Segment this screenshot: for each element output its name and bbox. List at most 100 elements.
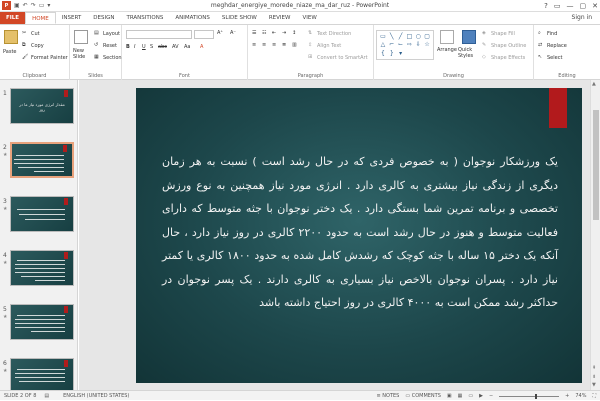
shadow-button[interactable]: S [150, 44, 153, 50]
strikethrough-button[interactable]: abc [158, 44, 167, 50]
close-icon[interactable]: ✕ [592, 2, 598, 10]
line-shape-icon[interactable]: ╱ [397, 33, 405, 40]
change-case-button[interactable]: Aa [184, 44, 190, 50]
slide-sorter-icon[interactable]: ▦ [458, 393, 463, 399]
new-slide-icon[interactable] [74, 30, 88, 44]
slide-thumbnails-pane[interactable]: 1 مقدار انرژی مورد نیاز ما در روز 2 ★ 3 … [0, 80, 78, 390]
customize-qat-icon[interactable]: ▾ [47, 2, 50, 9]
scroll-up-icon[interactable]: ▲ [592, 81, 596, 87]
tab-transitions[interactable]: TRANSITIONS [120, 12, 169, 24]
align-center-button[interactable]: ≡ [262, 42, 266, 48]
maximize-icon[interactable]: ▢ [580, 2, 587, 10]
section-button[interactable]: ▦ Section [94, 54, 122, 61]
minimize-icon[interactable]: — [567, 2, 574, 10]
decrease-indent-button[interactable]: ⇤ [272, 30, 276, 36]
slide-thumbnail-2[interactable] [10, 142, 74, 178]
italic-button[interactable]: I [134, 44, 135, 50]
notes-button[interactable]: ≡ NOTES [377, 393, 400, 399]
start-slideshow-icon[interactable]: ▭ [39, 2, 45, 9]
text-direction-button[interactable]: ⇅ Text Direction [308, 30, 351, 37]
align-left-button[interactable]: ≡ [252, 42, 256, 48]
slide-thumbnail-6[interactable] [10, 358, 74, 390]
font-size-dropdown[interactable] [194, 30, 214, 39]
tab-home[interactable]: HOME [25, 12, 56, 24]
scrollbar-thumb[interactable] [593, 110, 599, 220]
redo-icon[interactable]: ↷ [31, 2, 36, 9]
save-icon[interactable]: ▣ [14, 2, 20, 9]
slide-body-text[interactable]: یک ورزشکار نوجوان ( به خصوص فردی که در ح… [162, 150, 558, 315]
shape-effects-button[interactable]: ◇ Shape Effects [482, 54, 525, 61]
zoom-slider[interactable] [499, 393, 560, 399]
quick-styles-icon[interactable] [462, 30, 476, 44]
font-color-button[interactable]: A [200, 44, 203, 50]
slide-thumbnail-5[interactable] [10, 304, 74, 340]
brace-shape-icon[interactable]: { [379, 50, 387, 57]
triangle-shape-icon[interactable]: △ [379, 41, 387, 48]
slide-thumbnail-3[interactable] [10, 196, 74, 232]
arrow-down-shape-icon[interactable]: ⇩ [414, 41, 422, 48]
reset-button[interactable]: ↺ Reset [94, 42, 117, 49]
quick-styles-button[interactable]: Quick Styles [458, 47, 480, 59]
zoom-slider-knob[interactable] [535, 393, 538, 399]
slideshow-view-icon[interactable]: ▶ [479, 393, 483, 399]
shapes-gallery[interactable]: ▭ ╲ ╱ □ ○ ▢ △ ⌐ ⌙ ⇨ ⇩ ☆ { } ▾ [376, 30, 434, 60]
layout-button[interactable]: ▤ Layout [94, 30, 120, 37]
line-shape-icon[interactable]: ╲ [388, 33, 396, 40]
scroll-down-icon[interactable]: ▼ [592, 382, 596, 388]
star-shape-icon[interactable]: ☆ [423, 41, 431, 48]
shape-outline-button[interactable]: ✎ Shape Outline [482, 42, 526, 49]
replace-button[interactable]: ⇄ Replace [538, 42, 567, 49]
line-spacing-button[interactable]: ↕ [292, 30, 296, 36]
underline-button[interactable]: U [142, 44, 146, 50]
tab-file[interactable]: FILE [0, 12, 26, 24]
shape-fill-button[interactable]: ◈ Shape Fill [482, 30, 515, 37]
textbox-shape-icon[interactable]: ▭ [379, 33, 387, 40]
tab-design[interactable]: DESIGN [87, 12, 120, 24]
find-button[interactable]: ⌕ Find [538, 30, 557, 37]
arrow-right-shape-icon[interactable]: ⇨ [406, 41, 414, 48]
vertical-scrollbar[interactable]: ▲ ⇞ ⇟ ▼ [590, 80, 600, 390]
numbering-button[interactable]: ☷ [262, 30, 266, 36]
columns-button[interactable]: ▥ [292, 42, 297, 48]
brace-shape-icon[interactable]: } [388, 50, 396, 57]
rounded-rect-shape-icon[interactable]: ▢ [423, 33, 431, 40]
align-text-button[interactable]: ⇳ Align Text [308, 42, 341, 49]
rectangle-shape-icon[interactable]: □ [406, 33, 414, 40]
zoom-in-icon[interactable]: + [565, 393, 569, 399]
language-indicator[interactable]: ENGLISH (UNITED STATES) [63, 393, 129, 399]
arrange-button[interactable]: Arrange [437, 47, 457, 53]
select-button[interactable]: ↖ Select [538, 54, 562, 61]
zoom-level[interactable]: 74% [575, 393, 586, 399]
ribbon-display-icon[interactable]: ▭ [554, 2, 561, 10]
convert-smartart-button[interactable]: ⊞ Convert to SmartArt [308, 54, 368, 61]
zoom-out-icon[interactable]: − [489, 393, 493, 399]
bold-button[interactable]: B [126, 44, 130, 50]
next-slide-icon[interactable]: ⇟ [592, 374, 596, 380]
increase-indent-button[interactable]: ⇥ [282, 30, 286, 36]
font-family-dropdown[interactable] [126, 30, 192, 39]
slide-thumbnail-1[interactable]: مقدار انرژی مورد نیاز ما در روز [10, 88, 74, 124]
align-right-button[interactable]: ≡ [272, 42, 276, 48]
bullets-button[interactable]: ☰ [252, 30, 256, 36]
paste-icon[interactable] [4, 30, 18, 44]
fit-to-window-icon[interactable]: ⛶ [592, 393, 596, 399]
grow-font-button[interactable]: A⁺ [217, 30, 223, 36]
copy-button[interactable]: ⧉ Copy [22, 42, 44, 49]
slide-editing-area[interactable]: یک ورزشکار نوجوان ( به خصوص فردی که در ح… [79, 80, 590, 390]
tab-slideshow[interactable]: SLIDE SHOW [216, 12, 263, 24]
oval-shape-icon[interactable]: ○ [414, 33, 422, 40]
format-painter-button[interactable]: 🖌 Format Painter [22, 54, 68, 61]
shrink-font-button[interactable]: A⁻ [230, 30, 236, 36]
tab-view[interactable]: VIEW [296, 12, 322, 24]
arrange-icon[interactable] [440, 30, 454, 44]
justify-button[interactable]: ≣ [282, 42, 286, 48]
current-slide[interactable]: یک ورزشکار نوجوان ( به خصوص فردی که در ح… [136, 88, 582, 383]
spellcheck-icon[interactable]: ▤ [44, 393, 49, 399]
normal-view-icon[interactable]: ▣ [447, 393, 452, 399]
reading-view-icon[interactable]: ▭ [468, 393, 473, 399]
tab-animations[interactable]: ANIMATIONS [169, 12, 216, 24]
line-shape-icon[interactable]: ⌙ [397, 41, 405, 48]
comments-button[interactable]: ▭ COMMENTS [405, 393, 441, 399]
sign-in-link[interactable]: Sign in [572, 14, 592, 21]
slide-thumbnail-4[interactable] [10, 250, 74, 286]
